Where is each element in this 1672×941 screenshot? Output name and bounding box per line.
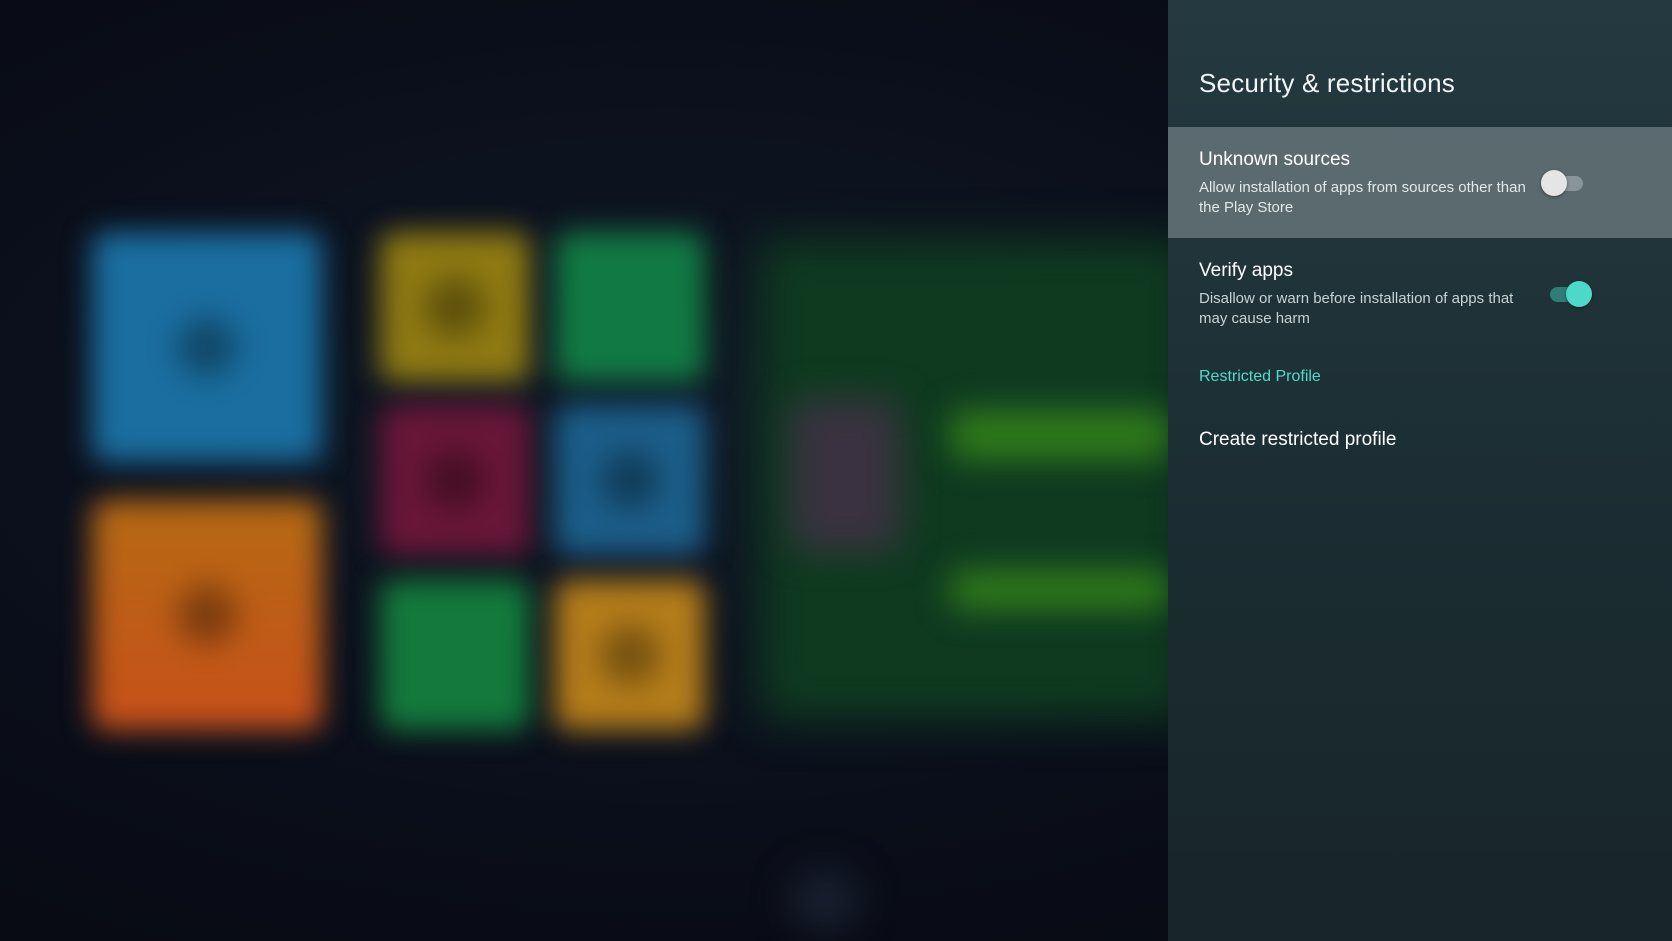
verify-apps-setting[interactable]: Verify apps Disallow or warn before inst… [1168, 238, 1672, 349]
app-tile [555, 405, 705, 555]
create-restricted-profile-item[interactable]: Create restricted profile [1168, 415, 1672, 465]
setting-description: Disallow or warn before installation of … [1199, 290, 1514, 327]
setting-title: Verify apps [1199, 260, 1293, 281]
unknown-sources-setting[interactable]: Unknown sources Allow installation of ap… [1168, 127, 1672, 238]
verify-apps-toggle[interactable] [1546, 281, 1592, 307]
app-tile [380, 405, 530, 555]
featured-button [950, 570, 1168, 610]
tv-screen: Security & restrictions Unknown sources … [0, 0, 1672, 941]
setting-description: Allow installation of apps from sources … [1199, 179, 1526, 216]
setting-title: Unknown sources [1199, 149, 1351, 170]
action-label: Create restricted profile [1199, 429, 1397, 450]
panel-title: Security & restrictions [1199, 68, 1456, 98]
featured-button [950, 410, 1168, 460]
featured-thumbnail [790, 400, 900, 550]
blurred-launcher-background [0, 0, 1168, 941]
home-indicator [790, 870, 860, 930]
app-tile [92, 232, 322, 462]
app-tile [555, 232, 705, 382]
app-tile [92, 500, 322, 730]
app-tile [555, 580, 705, 730]
settings-side-panel: Security & restrictions Unknown sources … [1168, 0, 1672, 941]
toggle-thumb [1541, 170, 1567, 196]
app-tile [380, 232, 530, 382]
restricted-profile-section-header: Restricted Profile [1199, 368, 1321, 385]
unknown-sources-toggle[interactable] [1541, 170, 1587, 196]
toggle-thumb [1566, 281, 1592, 307]
app-tile [380, 580, 530, 730]
